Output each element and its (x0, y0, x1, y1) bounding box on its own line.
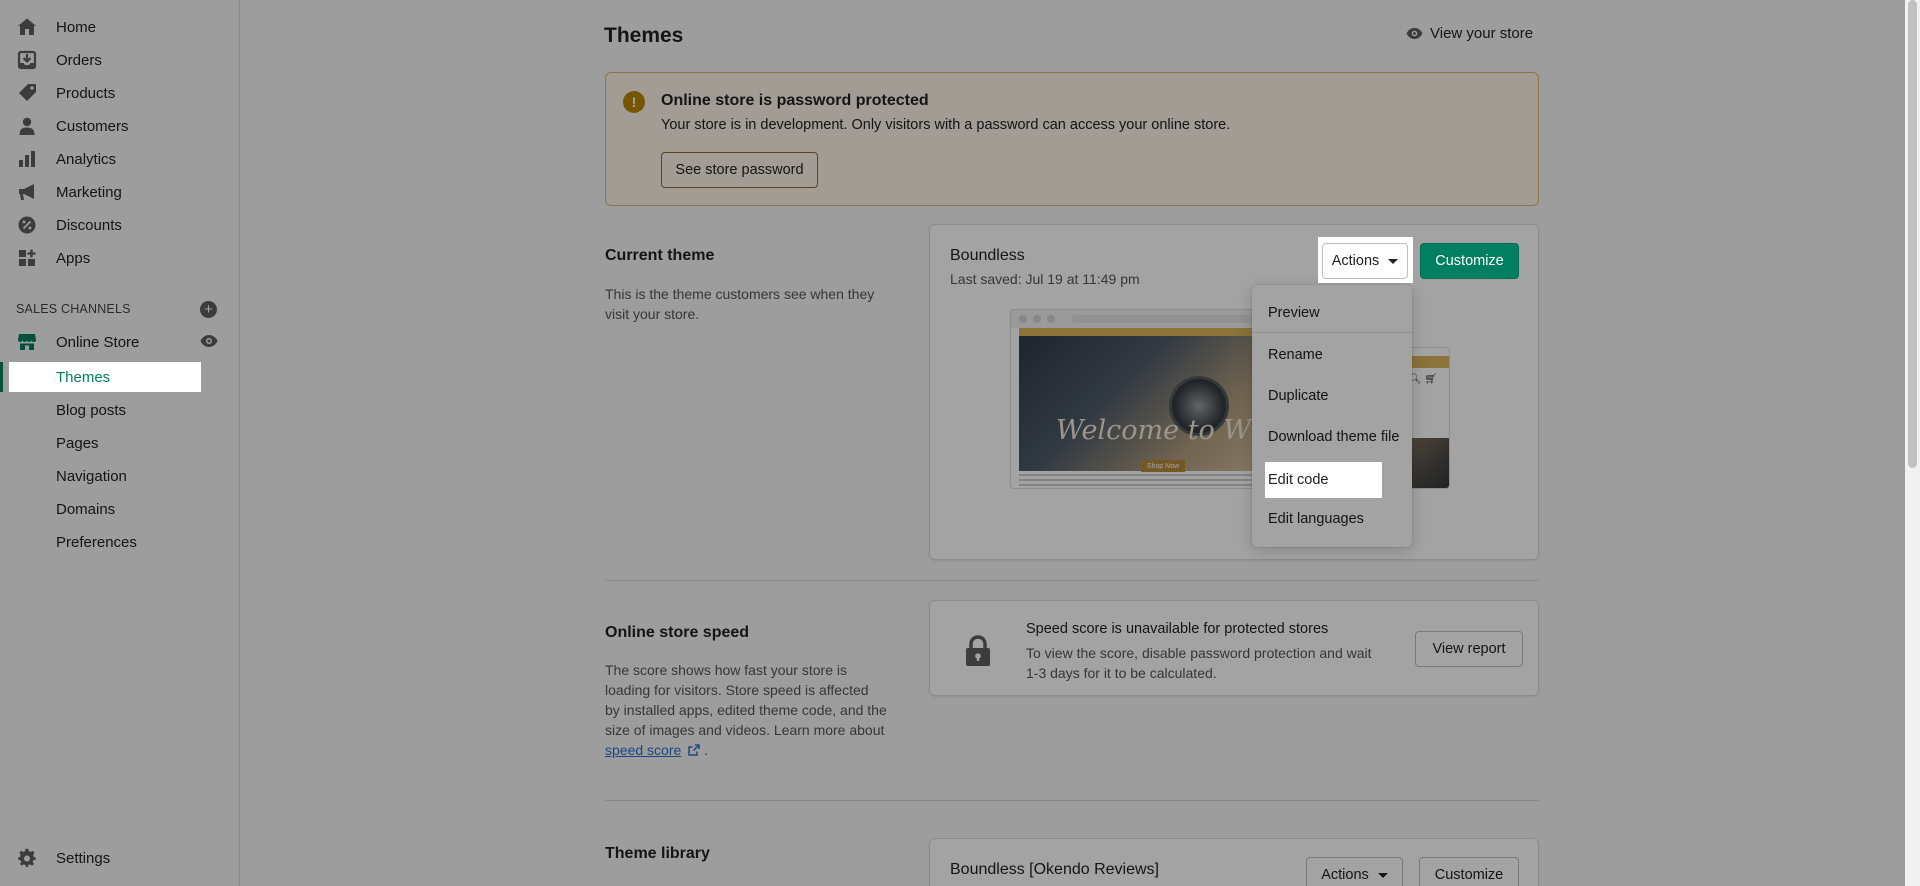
view-report-button[interactable]: View report (1415, 631, 1523, 667)
discount-icon (16, 214, 38, 236)
actions-menu: Preview Rename Duplicate Download theme … (1252, 285, 1412, 547)
sidebar-item-discounts[interactable]: Discounts (16, 209, 226, 241)
sidebar-item-orders[interactable]: Orders (16, 44, 226, 76)
external-link-icon (688, 741, 700, 761)
library-actions-button[interactable]: Actions (1306, 857, 1403, 886)
customize-button[interactable]: Customize (1420, 243, 1519, 279)
speed-score-link-text: speed score (605, 742, 682, 758)
current-theme-title: Current theme (605, 247, 715, 264)
speed-section-title: Online store speed (605, 624, 750, 641)
sidebar-item-label: Apps (56, 249, 91, 267)
scrollbar[interactable] (1905, 0, 1920, 886)
sidebar-item-marketing[interactable]: Marketing (16, 176, 226, 208)
tag-icon (16, 82, 38, 104)
menu-item-download-theme-file[interactable]: Download theme file (1252, 420, 1412, 454)
sidebar-item-label: Online Store (56, 333, 140, 351)
lock-icon (963, 635, 993, 670)
sidebar-item-customers[interactable]: Customers (16, 110, 226, 142)
theme-name: Boundless (950, 247, 1025, 264)
sidebar-subitem-navigation[interactable]: Navigation (56, 461, 127, 491)
speed-section-desc: The score shows how fast your store is l… (605, 660, 887, 761)
menu-item-edit-languages[interactable]: Edit languages (1252, 502, 1412, 536)
see-store-password-button[interactable]: See store password (661, 152, 818, 188)
sidebar-item-label: Customers (56, 117, 129, 135)
browser-dot (1019, 315, 1027, 323)
sidebar: Home Orders Products Customers Analytics… (0, 0, 240, 886)
orders-icon (16, 49, 38, 71)
view-store-label: View your store (1430, 24, 1534, 42)
sidebar-item-apps[interactable]: Apps (16, 242, 226, 274)
eye-icon[interactable] (200, 334, 218, 351)
speed-card-title: Speed score is unavailable for protected… (1026, 621, 1329, 637)
sidebar-subitem-pages[interactable]: Pages (56, 428, 99, 458)
library-theme-name: Boundless [Okendo Reviews] (950, 861, 1159, 878)
megaphone-icon (16, 181, 38, 203)
eye-icon (1406, 27, 1423, 40)
theme-last-saved: Last saved: Jul 19 at 11:49 pm (950, 271, 1140, 287)
chevron-down-icon (1388, 258, 1399, 264)
person-icon (16, 115, 38, 137)
banner-text: Your store is in development. Only visit… (661, 117, 1231, 133)
speed-desc-text: The score shows how fast your store is l… (605, 662, 887, 738)
library-customize-button[interactable]: Customize (1419, 857, 1519, 886)
sidebar-item-products[interactable]: Products (16, 77, 226, 109)
chevron-down-icon (1377, 872, 1388, 878)
theme-library-title: Theme library (605, 845, 710, 862)
actions-button[interactable]: Actions (1322, 243, 1408, 279)
speed-desc-period: . (704, 742, 708, 758)
speed-score-link[interactable]: speed score (605, 742, 681, 758)
speed-card-text: To view the score, disable password prot… (1026, 645, 1372, 681)
home-icon (16, 16, 38, 38)
actions-label: Actions (1331, 253, 1380, 269)
search-cart-icons: 🔍︎ 🛒︎ (1408, 374, 1437, 385)
sidebar-item-label: Products (56, 84, 116, 102)
sales-channels-heading: SALES CHANNELS (16, 302, 131, 316)
actions-label: Actions (1321, 867, 1369, 883)
sidebar-subitem-themes-highlighted[interactable]: Themes (56, 362, 110, 392)
add-sales-channel-icon[interactable]: + (200, 301, 217, 318)
sidebar-subitem-blog-posts[interactable]: Blog posts (56, 395, 126, 425)
sidebar-item-label: Analytics (56, 150, 117, 168)
banner-title: Online store is password protected (661, 92, 929, 109)
sidebar-item-analytics[interactable]: Analytics (16, 143, 226, 175)
sidebar-item-label: Home (56, 18, 97, 36)
section-divider (605, 580, 1539, 581)
preview-shop-button: Shop Now (1141, 460, 1185, 472)
library-theme-card: Boundless [Okendo Reviews] Actions Custo… (929, 838, 1539, 886)
speed-card: Speed score is unavailable for protected… (929, 600, 1539, 696)
sidebar-item-label: Settings (56, 849, 111, 867)
sidebar-subitem-domains[interactable]: Domains (56, 494, 115, 524)
sidebar-item-label: Discounts (56, 216, 122, 234)
gear-icon (16, 847, 38, 869)
menu-item-rename[interactable]: Rename (1252, 338, 1412, 372)
edit-code-highlighted-label[interactable]: Edit code (1268, 462, 1328, 498)
sidebar-subitem-preferences[interactable]: Preferences (56, 527, 137, 557)
selected-indicator (0, 362, 3, 392)
apps-icon (16, 247, 38, 269)
menu-divider (1252, 332, 1412, 333)
scroll-thumb[interactable] (1908, 0, 1917, 468)
section-divider (605, 800, 1539, 801)
page-title: Themes (604, 24, 684, 47)
menu-item-duplicate[interactable]: Duplicate (1252, 379, 1412, 413)
bar-chart-icon (16, 148, 38, 170)
store-icon (16, 331, 38, 353)
sidebar-item-online-store[interactable]: Online Store (16, 326, 226, 358)
sidebar-item-home[interactable]: Home (16, 11, 226, 43)
warning-icon: ! (623, 91, 645, 113)
sidebar-item-label: Orders (56, 51, 102, 69)
browser-dot (1047, 315, 1055, 323)
current-theme-desc: This is the theme customers see when the… (605, 286, 875, 322)
view-store-link[interactable]: View your store (1406, 22, 1533, 44)
menu-item-preview[interactable]: Preview (1252, 296, 1412, 330)
sidebar-item-label: Marketing (56, 183, 122, 201)
password-banner: ! Online store is password protected You… (605, 72, 1539, 206)
browser-dot (1033, 315, 1041, 323)
sidebar-item-settings[interactable]: Settings (16, 842, 226, 874)
